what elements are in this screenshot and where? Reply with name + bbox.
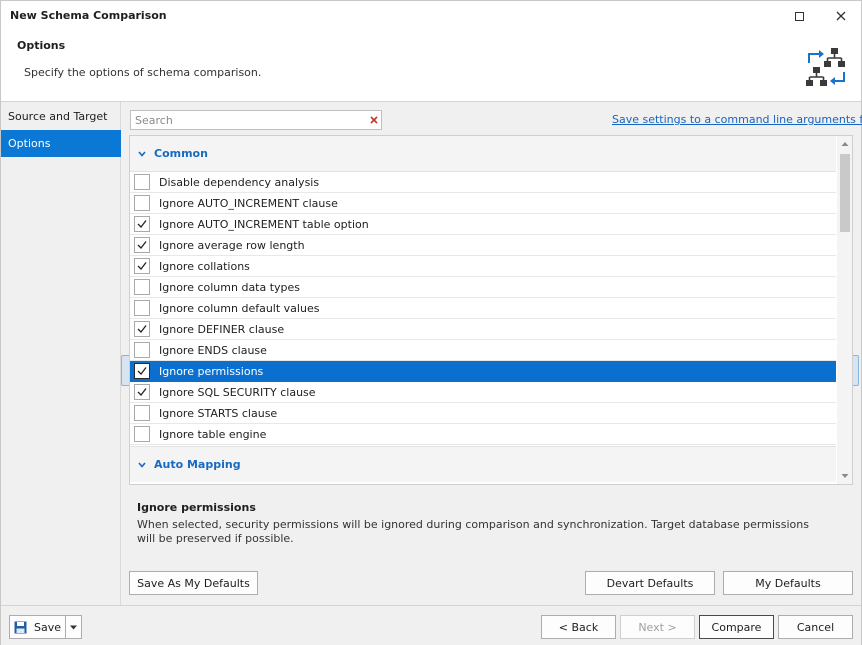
floppy-disk-icon (14, 621, 27, 634)
checkmark-icon (137, 241, 147, 249)
window-title: New Schema Comparison (10, 9, 167, 22)
option-row[interactable]: Ignore column default values (130, 298, 836, 319)
split-divider (65, 616, 66, 638)
save-split-button[interactable]: Save (9, 615, 82, 639)
compare-button[interactable]: Compare (699, 615, 774, 639)
option-row[interactable]: Ignore DEFINER clause (130, 319, 836, 340)
option-checkbox[interactable] (134, 237, 150, 253)
option-checkbox[interactable] (134, 279, 150, 295)
checkmark-icon (137, 388, 147, 396)
maximize-button[interactable] (779, 1, 819, 31)
option-description-title: Ignore permissions (137, 501, 256, 514)
option-label: Ignore average row length (159, 239, 305, 252)
chevron-down-icon (138, 462, 146, 468)
close-icon (836, 11, 846, 21)
option-checkbox[interactable] (134, 258, 150, 274)
clear-search-icon[interactable] (368, 114, 380, 126)
option-label: Ignore SQL SECURITY clause (159, 386, 316, 399)
scroll-up-arrow-icon[interactable] (841, 141, 849, 147)
option-row[interactable]: Ignore SQL SECURITY clause (130, 382, 836, 403)
option-label: Ignore collations (159, 260, 250, 273)
option-label: Ignore column data types (159, 281, 301, 294)
checkmark-icon (137, 325, 147, 333)
option-label: Ignore column default values (159, 302, 320, 315)
group-name: Auto Mapping (154, 458, 241, 471)
option-row[interactable]: Ignore ENDS clause (130, 340, 836, 361)
option-row[interactable]: Ignore average row length (130, 235, 836, 256)
chevron-down-icon (138, 151, 146, 157)
option-row[interactable]: Ignore STARTS clause (130, 403, 836, 424)
sidebar-item-source-and-target[interactable]: Source and Target (1, 103, 121, 130)
option-checkbox[interactable] (134, 300, 150, 316)
maximize-icon (794, 11, 804, 21)
save-as-my-defaults-button[interactable]: Save As My Defaults (129, 571, 258, 595)
save-label: Save (34, 621, 62, 634)
wizard-sidebar: Source and Target Options (1, 102, 121, 605)
page-title: Options (17, 39, 66, 52)
search-box (130, 110, 382, 130)
wizard-footer: Save < Back Next > Compare Cancel (1, 605, 861, 645)
option-checkbox[interactable] (134, 195, 150, 211)
checkmark-icon (137, 220, 147, 228)
title-bar: New Schema Comparison (1, 1, 861, 31)
page-subtitle: Specify the options of schema comparison… (24, 66, 262, 79)
option-label: Ignore STARTS clause (159, 407, 278, 420)
option-label: Ignore permissions (159, 365, 264, 378)
options-list: Common Disable dependency analysis Ignor… (129, 135, 853, 485)
option-row[interactable]: Ignore AUTO_INCREMENT table option (130, 214, 836, 235)
option-row-selected[interactable]: Ignore permissions (130, 361, 836, 382)
my-defaults-button[interactable]: My Defaults (723, 571, 853, 595)
schema-compare-icon (806, 48, 845, 86)
search-input[interactable] (135, 113, 361, 127)
next-button[interactable]: Next > (620, 615, 695, 639)
group-name: Common (154, 147, 208, 160)
option-checkbox[interactable] (134, 216, 150, 232)
option-label: Disable dependency analysis (159, 176, 320, 189)
options-scrollbar[interactable] (837, 136, 852, 484)
option-row[interactable]: Disable dependency analysis (130, 172, 836, 193)
option-checkbox[interactable] (134, 321, 150, 337)
sidebar-item-label: Source and Target (8, 110, 108, 123)
option-description-text: When selected, security permissions will… (137, 518, 809, 545)
option-checkbox[interactable] (134, 426, 150, 442)
close-button[interactable] (821, 1, 861, 31)
new-schema-comparison-window: New Schema Comparison Options Specify th… (0, 0, 862, 645)
save-command-line-link[interactable]: Save settings to a command line argument… (612, 113, 862, 126)
back-button[interactable]: < Back (541, 615, 616, 639)
sidebar-item-label: Options (8, 137, 51, 150)
option-label: Ignore DEFINER clause (159, 323, 285, 336)
checkmark-icon (137, 262, 147, 270)
option-row[interactable]: Ignore column data types (130, 277, 836, 298)
checkmark-icon (137, 367, 147, 375)
chevron-down-icon[interactable] (70, 625, 77, 630)
devart-defaults-button[interactable]: Devart Defaults (585, 571, 715, 595)
wizard-header: Options Specify the options of schema co… (1, 31, 861, 101)
option-checkbox[interactable] (134, 384, 150, 400)
option-label: Ignore AUTO_INCREMENT clause (159, 197, 338, 210)
group-header-common[interactable]: Common (130, 136, 836, 172)
option-label: Ignore AUTO_INCREMENT table option (159, 218, 369, 231)
option-checkbox[interactable] (134, 363, 150, 379)
option-row[interactable]: Ignore AUTO_INCREMENT clause (130, 193, 836, 214)
sidebar-item-options[interactable]: Options (1, 130, 121, 157)
scroll-down-arrow-icon[interactable] (841, 473, 849, 479)
group-header-auto-mapping[interactable]: Auto Mapping (130, 446, 836, 482)
scrollbar-thumb[interactable] (840, 154, 850, 232)
options-panel: Save settings to a command line argument… (121, 102, 862, 605)
option-checkbox[interactable] (134, 405, 150, 421)
option-label: Ignore table engine (159, 428, 267, 441)
option-label: Ignore ENDS clause (159, 344, 267, 357)
cancel-button[interactable]: Cancel (778, 615, 853, 639)
option-row[interactable]: Ignore collations (130, 256, 836, 277)
option-checkbox[interactable] (134, 342, 150, 358)
option-row[interactable]: Ignore table engine (130, 424, 836, 445)
option-checkbox[interactable] (134, 174, 150, 190)
